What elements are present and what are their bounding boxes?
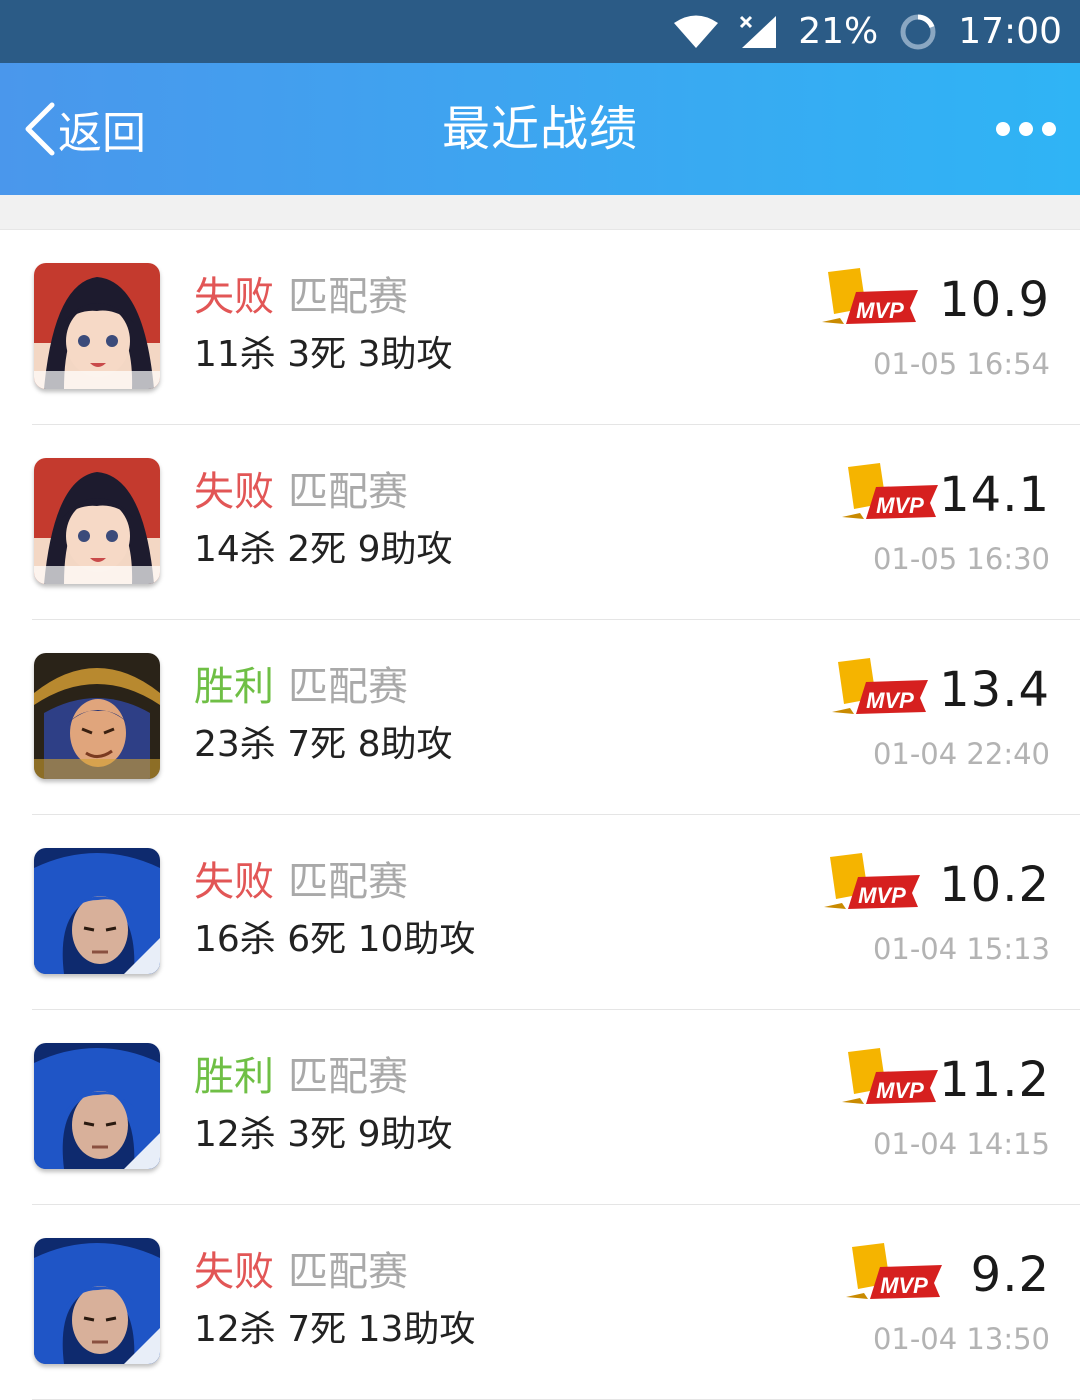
section-divider <box>0 195 1080 230</box>
match-mode: 匹配赛 <box>288 664 408 710</box>
match-time: 01-04 14:15 <box>872 1127 1050 1161</box>
mvp-badge: MVP <box>844 1243 944 1301</box>
red-haired-girl-hero-avatar <box>34 263 160 389</box>
mvp-label: MVP <box>858 883 906 908</box>
match-record-row[interactable]: 失败 匹配赛 12杀 7死 13助攻 MVP 9.2 01-04 13:50 <box>32 1205 1080 1400</box>
mvp-label: MVP <box>880 1273 928 1298</box>
match-record-row[interactable]: 失败 匹配赛 14杀 2死 9助攻 MVP 14.1 01-05 16:30 <box>32 425 1080 620</box>
match-result: 失败 <box>194 1249 274 1295</box>
mvp-badge: MVP <box>830 658 930 716</box>
match-result: 胜利 <box>194 1054 274 1100</box>
match-summary: 失败 匹配赛 <box>194 467 408 517</box>
match-summary: 胜利 匹配赛 <box>194 662 408 712</box>
more-dot-icon <box>996 122 1010 136</box>
match-mode: 匹配赛 <box>288 859 408 905</box>
match-summary: 失败 匹配赛 <box>194 857 408 907</box>
mvp-label: MVP <box>856 298 904 323</box>
status-bar: 21% 17:00 <box>0 0 1080 63</box>
match-result: 失败 <box>194 859 274 905</box>
mvp-badge: MVP <box>840 463 940 521</box>
match-mode: 匹配赛 <box>288 1054 408 1100</box>
kda-stats: 14杀 2死 9助攻 <box>194 529 453 570</box>
red-haired-girl-hero-avatar <box>34 458 160 584</box>
page-title: 最近战绩 <box>441 101 638 157</box>
match-time: 01-05 16:54 <box>872 347 1050 381</box>
match-score: 10.2 <box>939 857 1050 913</box>
cellular-no-service-icon <box>740 15 777 48</box>
match-time: 01-04 22:40 <box>872 737 1050 771</box>
match-summary: 失败 匹配赛 <box>194 272 408 322</box>
match-record-row[interactable]: 失败 匹配赛 16杀 6死 10助攻 MVP 10.2 01-04 15:13 <box>32 815 1080 1010</box>
clock: 17:00 <box>958 11 1062 52</box>
match-record-row[interactable]: 胜利 匹配赛 12杀 3死 9助攻 MVP 11.2 01-04 14:15 <box>32 1010 1080 1205</box>
match-mode: 匹配赛 <box>288 274 408 320</box>
match-mode: 匹配赛 <box>288 469 408 515</box>
match-time: 01-04 13:50 <box>872 1322 1050 1356</box>
match-summary: 失败 匹配赛 <box>194 1247 408 1297</box>
blue-haired-hero-avatar <box>34 1238 160 1364</box>
match-result: 失败 <box>194 469 274 515</box>
mvp-label: MVP <box>866 688 914 713</box>
kda-stats: 12杀 3死 9助攻 <box>194 1114 453 1155</box>
match-time: 01-04 15:13 <box>872 932 1050 966</box>
more-dot-icon <box>1042 122 1056 136</box>
wifi-icon <box>674 15 719 48</box>
match-score: 14.1 <box>939 467 1050 523</box>
kda-stats: 11杀 3死 3助攻 <box>194 334 453 375</box>
match-record-list: 失败 匹配赛 11杀 3死 3助攻 MVP 10.9 01-05 16:54 失… <box>0 230 1080 1400</box>
blue-haired-hero-avatar <box>34 848 160 974</box>
mvp-badge: MVP <box>822 853 922 911</box>
match-time: 01-05 16:30 <box>872 542 1050 576</box>
blue-haired-hero-avatar <box>34 1043 160 1169</box>
match-result: 胜利 <box>194 664 274 710</box>
match-record-row[interactable]: 胜利 匹配赛 23杀 7死 8助攻 MVP 13.4 01-04 22:40 <box>32 620 1080 815</box>
kda-stats: 23杀 7死 8助攻 <box>194 724 453 765</box>
match-score: 10.9 <box>939 272 1050 328</box>
match-summary: 胜利 匹配赛 <box>194 1052 408 1102</box>
match-score: 11.2 <box>939 1052 1050 1108</box>
mvp-label: MVP <box>876 1078 924 1103</box>
mvp-label: MVP <box>876 493 924 518</box>
match-result: 失败 <box>194 274 274 320</box>
mvp-badge: MVP <box>820 268 920 326</box>
more-options-button[interactable] <box>996 115 1056 143</box>
mvp-badge: MVP <box>840 1048 940 1106</box>
battery-percent: 21% <box>798 11 879 52</box>
hat-swordsman-hero-avatar <box>34 653 160 779</box>
app-header: 返回 最近战绩 <box>0 63 1080 195</box>
kda-stats: 16杀 6死 10助攻 <box>194 919 476 960</box>
match-score: 13.4 <box>939 662 1050 718</box>
match-mode: 匹配赛 <box>288 1249 408 1295</box>
more-dot-icon <box>1019 122 1033 136</box>
battery-ring-icon <box>900 14 936 49</box>
match-record-row[interactable]: 失败 匹配赛 11杀 3死 3助攻 MVP 10.9 01-05 16:54 <box>32 230 1080 425</box>
signal-indicators <box>672 14 778 50</box>
match-score: 9.2 <box>970 1247 1050 1303</box>
kda-stats: 12杀 7死 13助攻 <box>194 1309 476 1350</box>
